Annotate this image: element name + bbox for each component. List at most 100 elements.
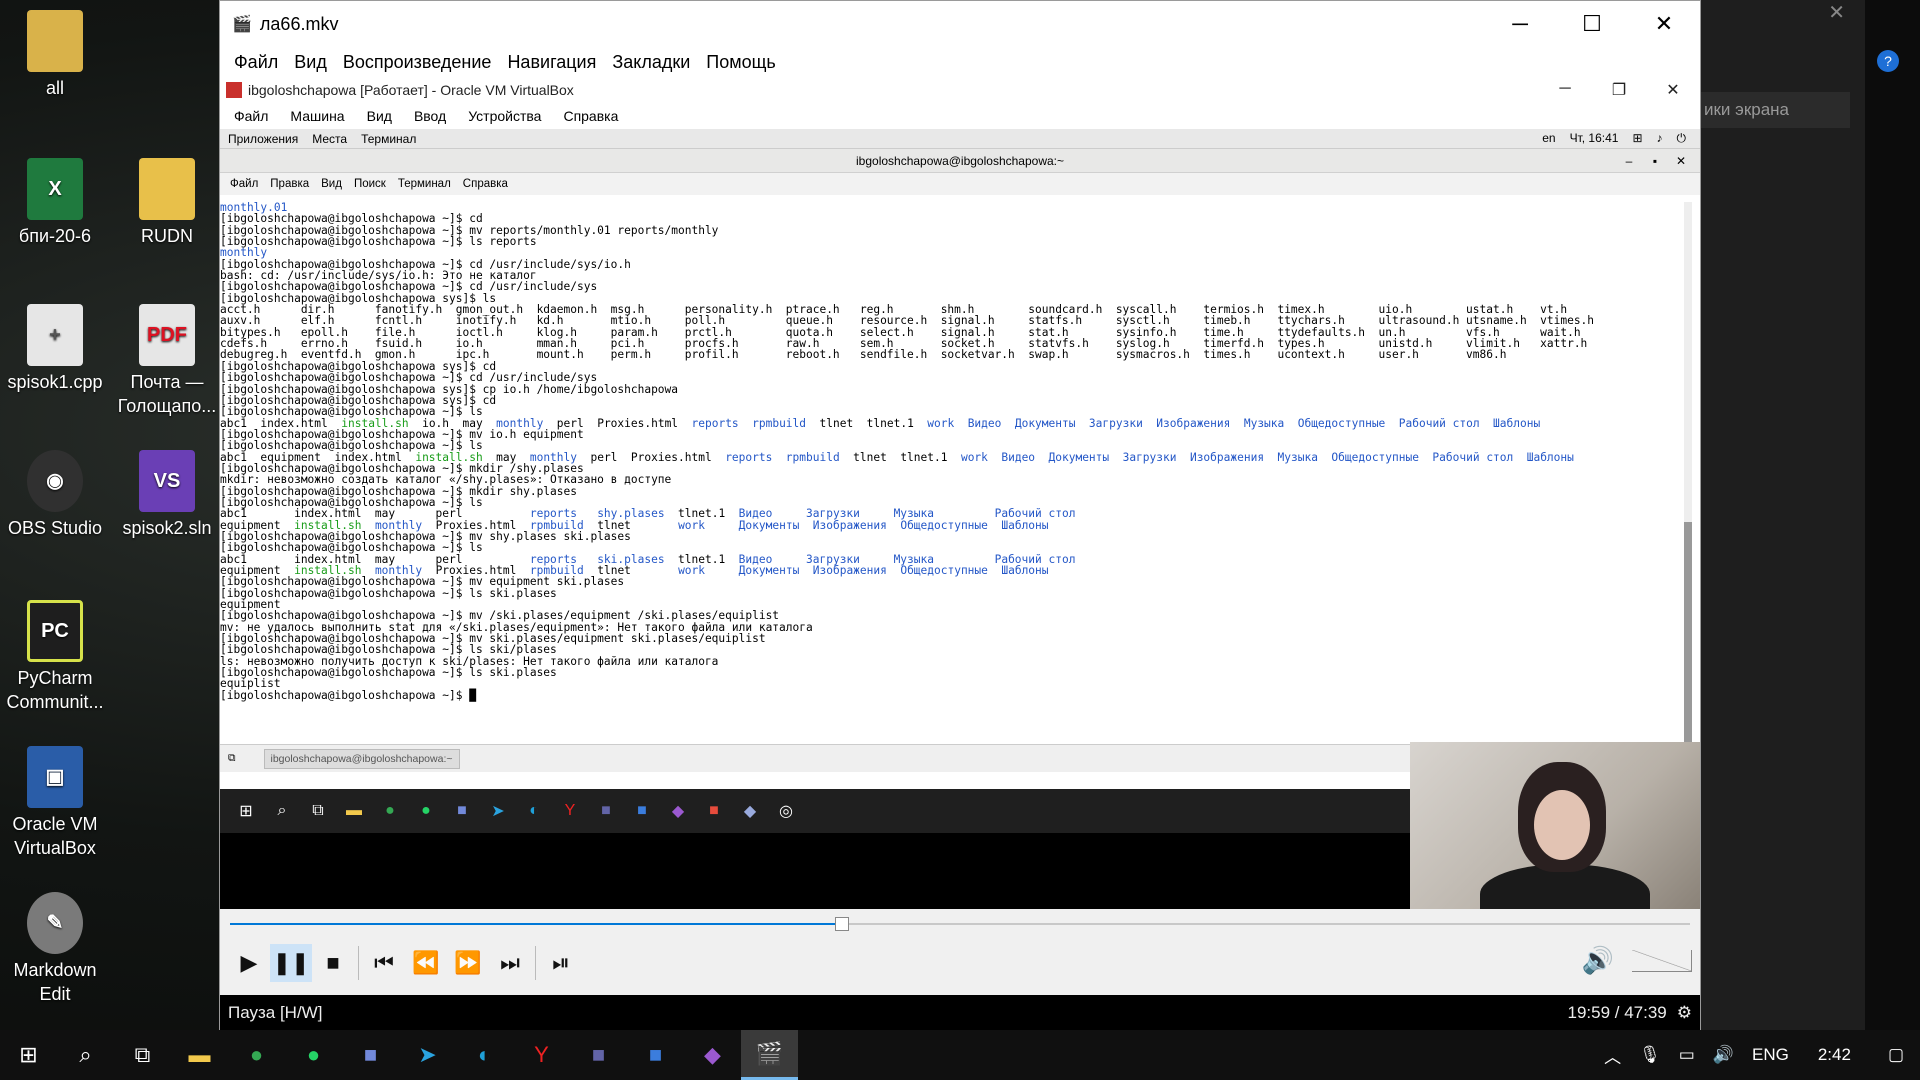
menu-bookmarks[interactable]: Закладки (612, 52, 690, 73)
term-menu-file[interactable]: Файл (230, 178, 258, 190)
frame-step-button[interactable]: ⏯ (540, 944, 582, 982)
settings-icon[interactable]: ⚙ (1677, 1003, 1692, 1023)
guest-window-tab[interactable]: ibgoloshchapowa@ibgoloshchapowa:~ (263, 748, 460, 769)
terminal-text: reports rpmbuild (691, 416, 807, 430)
virtualbox-menubar: Файл Машина Вид Ввод Устройства Справка (220, 103, 1700, 129)
guest-places-menu[interactable]: Места (312, 132, 347, 146)
vbox-menu-machine[interactable]: Машина (290, 108, 352, 124)
taskbar-clock[interactable]: 2:42 (1818, 1045, 1851, 1065)
background-close-icon[interactable]: ✕ (1828, 0, 1845, 25)
speaker-icon[interactable]: 🔊 (1582, 945, 1614, 976)
volume-slider[interactable] (1632, 949, 1692, 972)
start-button[interactable]: ⊞ (0, 1030, 57, 1080)
terminal-line: [ibgoloshchapowa@ibgoloshchapowa ~]$ ls … (220, 236, 1700, 247)
clapperboard-icon: 🎬 (232, 16, 252, 33)
pause-button[interactable]: ❚❚ (270, 944, 312, 982)
desktop-icon-markdown[interactable]: ✎ Markdown Edit (0, 892, 110, 1006)
rewind-button[interactable]: ⏪ (405, 944, 447, 982)
desktop-icon-virtualbox[interactable]: ▣ Oracle VM VirtualBox (0, 746, 110, 860)
input-language[interactable]: ENG (1752, 1045, 1789, 1065)
guest-language[interactable]: en (1542, 131, 1555, 146)
dev-app-icon[interactable]: ■ (627, 1030, 684, 1080)
vbox-minimize-button[interactable]: ─ (1538, 80, 1592, 100)
guest-clock[interactable]: Чт, 16:41 (1570, 131, 1619, 146)
guest-applications-menu[interactable]: Приложения (228, 132, 298, 146)
terminal-text: work Видео Документы Загрузки Изображени… (960, 450, 1574, 464)
whatsapp-icon[interactable]: ● (285, 1030, 342, 1080)
menu-navigation[interactable]: Навигация (507, 52, 596, 73)
guest-terminal-menu[interactable]: Терминал (361, 132, 416, 146)
video-area[interactable]: ibgoloshchapowa [Работает] - Oracle VM V… (220, 77, 1700, 909)
desktop-icon-rudn[interactable]: RUDN (112, 158, 222, 248)
play-button[interactable]: ▶ (228, 944, 270, 982)
terminal-maximize-button[interactable]: ▪ (1642, 154, 1668, 168)
vbox-menu-devices[interactable]: Устройства (468, 108, 549, 124)
discord-icon[interactable]: ■ (342, 1030, 399, 1080)
vbox-close-button[interactable]: ✕ (1646, 80, 1700, 100)
network-icon[interactable]: ▭ (1679, 1045, 1695, 1065)
desktop-icon-all[interactable]: all (0, 10, 110, 100)
desktop-icon-excel[interactable]: Xбпи-20-6 (0, 158, 110, 248)
notifications-icon[interactable]: ▢ (1888, 1045, 1904, 1065)
playback-status: Пауза [H/W] (228, 1003, 323, 1022)
telegram-icon[interactable]: ➤ (399, 1030, 456, 1080)
file-explorer-icon[interactable]: ▬ (171, 1030, 228, 1080)
show-hidden-icons-icon[interactable]: ︿ (1604, 1043, 1621, 1068)
menu-view[interactable]: Вид (294, 52, 327, 73)
desktop-icon-pycharm[interactable]: PC PyCharm Communit... (0, 600, 110, 714)
close-button[interactable]: ✕ (1628, 11, 1700, 37)
term-menu-terminal[interactable]: Терминал (398, 178, 451, 190)
desktop-icon-obs[interactable]: ◉ OBS Studio (0, 450, 110, 540)
network-icon[interactable]: ⊞ (1632, 131, 1642, 146)
volume-icon[interactable]: ♪ (1657, 131, 1663, 146)
terminal-scroll-thumb[interactable] (1684, 522, 1692, 744)
desktop-icon-mail-pdf[interactable]: PDF Почта — Голощапо... (112, 304, 222, 418)
vbox-restore-button[interactable]: ❐ (1592, 80, 1646, 100)
edge-icon[interactable]: ◐ (456, 1030, 513, 1080)
maximize-button[interactable]: ☐ (1556, 11, 1628, 37)
rec-start-icon: ⊞ (239, 803, 253, 820)
visual-studio-icon[interactable]: ◆ (684, 1030, 741, 1080)
terminal-text: work Документы Изображения Общедоступные… (678, 564, 1049, 577)
term-menu-search[interactable]: Поиск (354, 178, 386, 190)
virtualbox-titlebar: ibgoloshchapowa [Работает] - Oracle VM V… (220, 77, 1700, 103)
terminal-close-button[interactable]: ✕ (1668, 154, 1694, 168)
desktop: all Xбпи-20-6 RUDN + spisok1.cpp PDF Почта… (0, 0, 220, 1030)
chrome-icon[interactable]: ● (228, 1030, 285, 1080)
background-search-field[interactable]: ики экрана (1700, 92, 1850, 128)
term-menu-edit[interactable]: Правка (270, 178, 309, 190)
search-icon[interactable]: ⌕ (57, 1030, 114, 1080)
teams-icon[interactable]: ■ (570, 1030, 627, 1080)
menu-file[interactable]: Файл (234, 52, 278, 73)
vbox-menu-view[interactable]: Вид (367, 108, 400, 124)
menu-help[interactable]: Помощь (706, 52, 776, 73)
desktop-icon-spisok1[interactable]: + spisok1.cpp (0, 304, 110, 394)
media-player-window: 🎬 ла66.mkv ─ ☐ ✕ Файл Вид Воспроизведени… (219, 0, 1701, 1031)
menu-playback[interactable]: Воспроизведение (343, 52, 492, 73)
media-player-icon[interactable]: 🎬 (741, 1030, 798, 1080)
speaker-icon[interactable]: 🔊 (1713, 1045, 1734, 1065)
help-icon[interactable]: ? (1877, 50, 1899, 72)
term-menu-view[interactable]: Вид (321, 178, 342, 190)
seek-bar-handle[interactable] (834, 917, 849, 931)
terminal-minimize-button[interactable]: ‒ (1616, 154, 1642, 168)
vbox-menu-help[interactable]: Справка (563, 108, 626, 124)
minimize-button[interactable]: ─ (1484, 11, 1556, 37)
show-desktop-icon[interactable]: ⧉ (228, 752, 236, 765)
desktop-icon-spisok2[interactable]: VS spisok2.sln (112, 450, 222, 540)
term-menu-help[interactable]: Справка (463, 178, 508, 190)
vbox-menu-input[interactable]: Ввод (414, 108, 454, 124)
microphone-icon[interactable]: 🎙 (1639, 1045, 1661, 1065)
terminal-output[interactable]: monthly.01 [ibgoloshchapowa@ibgoloshchapo… (220, 202, 1700, 744)
seek-bar[interactable] (230, 917, 1690, 931)
yandex-browser-icon[interactable]: Y (513, 1030, 570, 1080)
task-view-icon[interactable]: ⧉ (114, 1030, 171, 1080)
fast-forward-button[interactable]: ⏩ (447, 944, 489, 982)
stop-button[interactable]: ■ (312, 944, 354, 982)
terminal-scrollbar[interactable] (1684, 202, 1692, 744)
seek-bar-fill (230, 923, 842, 925)
next-button[interactable]: ⏭ (489, 944, 531, 982)
vbox-menu-file[interactable]: Файл (234, 108, 276, 124)
previous-button[interactable]: ⏮ (363, 944, 405, 982)
power-icon[interactable]: ⏻ (1677, 131, 1687, 146)
